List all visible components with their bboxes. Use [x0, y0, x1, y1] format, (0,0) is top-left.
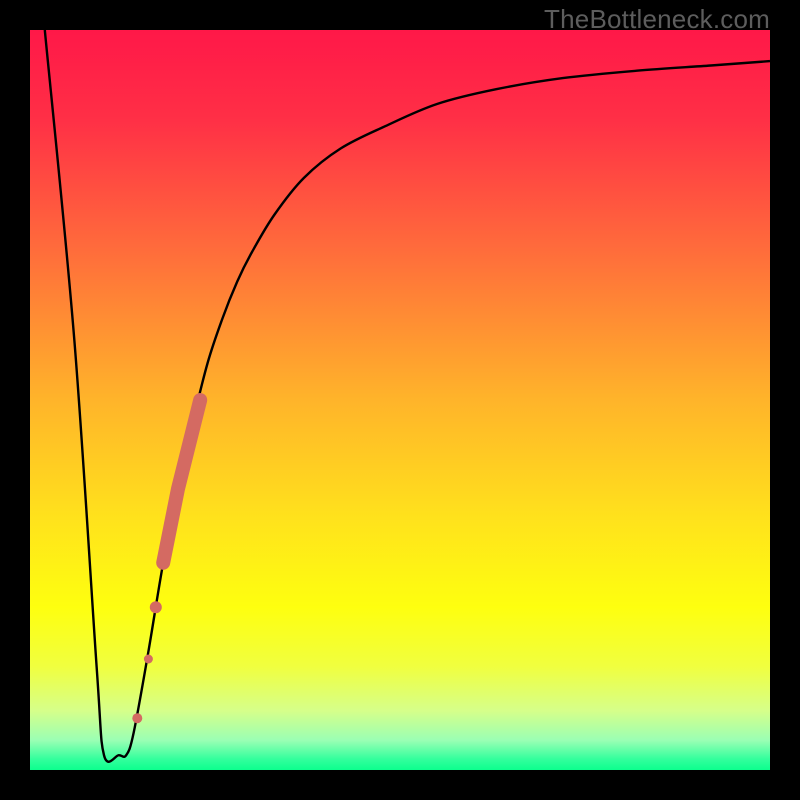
dot-segment — [163, 400, 200, 563]
dot-point — [132, 713, 142, 723]
curve-layer — [30, 30, 770, 770]
watermark-text: TheBottleneck.com — [544, 4, 770, 35]
bottleneck-curve — [45, 30, 770, 762]
chart-frame: TheBottleneck.com — [0, 0, 800, 800]
dot-point — [144, 655, 153, 664]
dot-cluster — [132, 400, 200, 723]
plot-area — [30, 30, 770, 770]
dot-point — [150, 601, 162, 613]
